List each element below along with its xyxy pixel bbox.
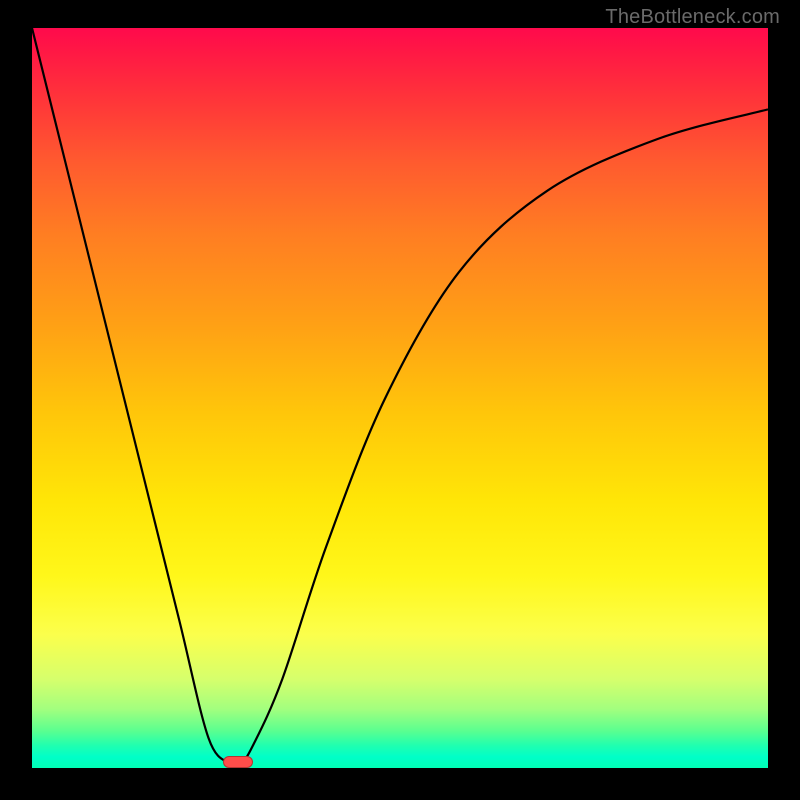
curve-path bbox=[32, 28, 768, 768]
plot-area bbox=[32, 28, 768, 768]
watermark-text: TheBottleneck.com bbox=[605, 6, 780, 29]
bottleneck-curve bbox=[32, 28, 768, 768]
optimal-point-marker bbox=[223, 756, 253, 768]
